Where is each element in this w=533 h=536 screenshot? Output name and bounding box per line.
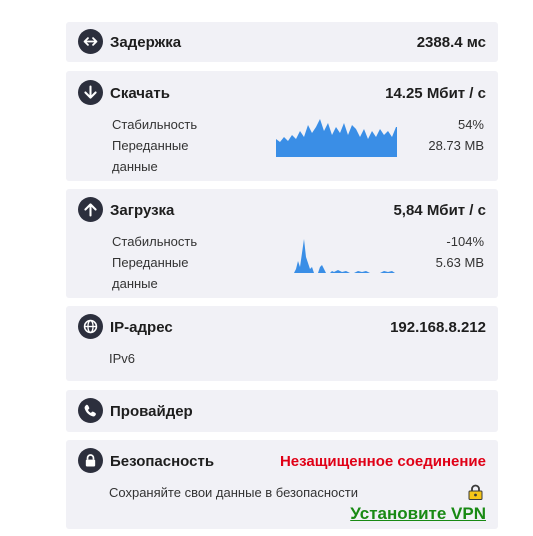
horizontal-arrows-icon	[78, 29, 103, 54]
upload-transferred-value: 5.63 MB	[435, 255, 484, 270]
download-sparkline	[276, 119, 397, 157]
ip-version: IPv6	[109, 351, 136, 366]
upload-stability-label: Стабильность	[112, 234, 198, 249]
upload-label: Загрузка	[110, 202, 175, 219]
provider-row: Провайдер	[78, 398, 486, 424]
download-label: Скачать	[110, 85, 170, 102]
download-transferred-label-1: Переданные	[112, 138, 189, 153]
ip-value: 192.168.8.212	[390, 319, 486, 336]
install-vpn-link[interactable]: Установите VPN	[350, 504, 486, 524]
upload-row: Загрузка 5,84 Мбит / с	[78, 197, 486, 223]
security-hint: Сохраняйте свои данные в безопасности	[109, 485, 358, 500]
provider-label: Провайдер	[110, 403, 193, 420]
security-label: Безопасность	[110, 453, 215, 470]
download-value: 14.25 Мбит / с	[385, 85, 486, 102]
globe-icon	[78, 314, 103, 339]
download-stability-label: Стабильность	[112, 117, 198, 132]
upload-transferred-label-1: Переданные	[112, 255, 189, 270]
download-transferred-label-2: данные	[112, 159, 158, 174]
latency-value: 2388.4 мс	[416, 34, 486, 51]
ip-label: IP-адрес	[110, 319, 173, 336]
latency-row: Задержка 2388.4 мс	[78, 29, 486, 55]
download-stability-value: 54%	[457, 117, 484, 132]
upload-stability-value: -104%	[446, 234, 484, 249]
upload-card: Загрузка 5,84 Мбит / с Стабильность Пере…	[66, 189, 498, 298]
download-transferred-value: 28.73 MB	[428, 138, 484, 153]
upload-value: 5,84 Мбит / с	[393, 202, 486, 219]
download-row: Скачать 14.25 Мбит / с	[78, 80, 486, 106]
upload-transferred-label-2: данные	[112, 276, 158, 291]
security-status: Незащищенное соединение	[279, 453, 486, 470]
upload-sparkline	[294, 239, 395, 273]
ip-row: IP-адрес 192.168.8.212	[78, 314, 486, 340]
phone-icon	[78, 398, 103, 423]
download-card: Скачать 14.25 Мбит / с Стабильность Пере…	[66, 71, 498, 181]
latency-label: Задержка	[110, 34, 182, 51]
provider-card: Провайдер	[66, 390, 498, 432]
arrow-up-icon	[78, 197, 103, 222]
security-row: Безопасность Незащищенное соединение	[78, 448, 486, 474]
arrow-down-icon	[78, 80, 103, 105]
lock-icon	[78, 448, 103, 473]
latency-card: Задержка 2388.4 мс	[66, 22, 498, 62]
ip-card: IP-адрес 192.168.8.212 IPv6	[66, 306, 498, 381]
security-card: Безопасность Незащищенное соединение Сох…	[66, 440, 498, 529]
vpn-lock-icon	[468, 484, 483, 500]
